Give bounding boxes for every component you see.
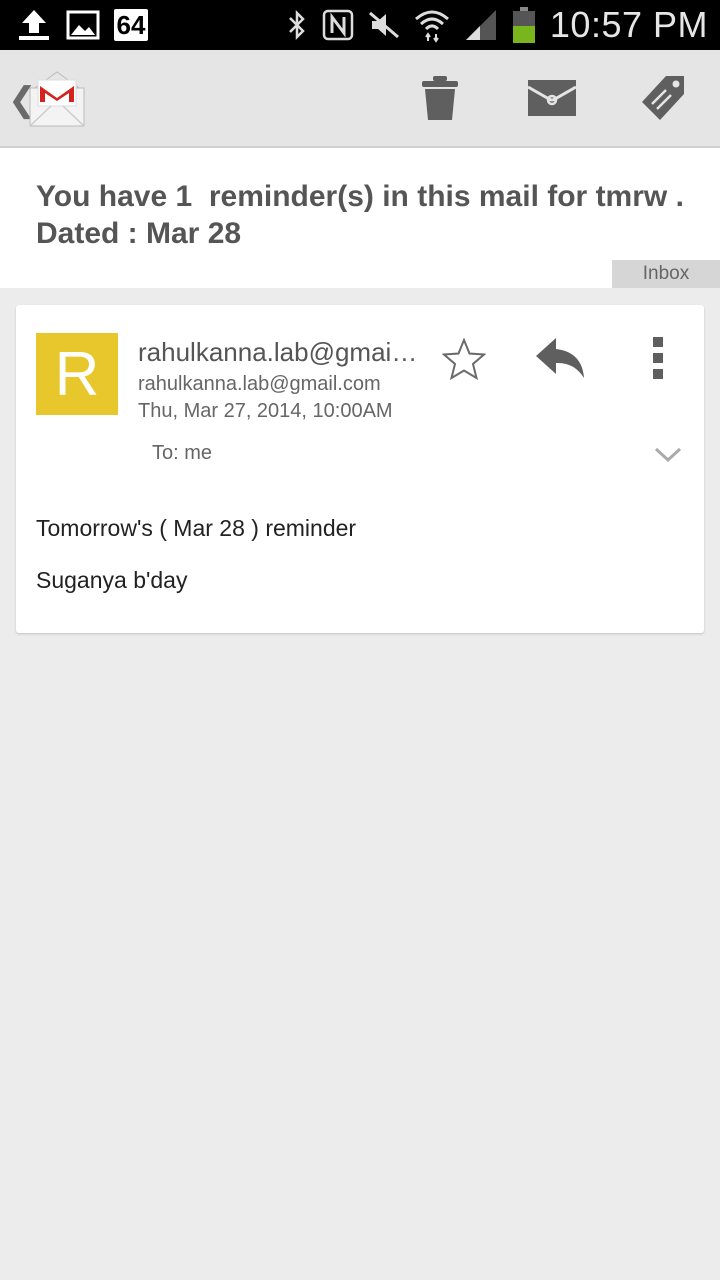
star-button[interactable] xyxy=(440,335,488,383)
conversation-header: You have 1 reminder(s) in this mail for … xyxy=(0,148,720,288)
envelope-icon xyxy=(527,80,577,116)
chevron-down-icon xyxy=(654,447,682,463)
message-overflow-button[interactable] xyxy=(636,333,680,383)
bluetooth-icon xyxy=(286,9,308,41)
message-body-line: Suganya b'day xyxy=(36,567,188,593)
label-chip-inbox[interactable]: Inbox xyxy=(612,260,720,288)
signal-icon xyxy=(464,8,498,42)
wifi-icon xyxy=(414,7,450,43)
battery-icon xyxy=(512,6,536,44)
sender-avatar[interactable]: R xyxy=(36,333,118,415)
star-icon xyxy=(442,338,486,380)
reply-button[interactable] xyxy=(532,333,588,383)
more-vert-icon xyxy=(653,337,663,379)
label-button[interactable] xyxy=(634,70,694,126)
label-tag-icon xyxy=(642,76,684,120)
gmail-logo[interactable] xyxy=(26,68,88,133)
upload-icon xyxy=(16,8,52,42)
trash-icon xyxy=(422,76,458,120)
notification-count-badge: 64 xyxy=(114,9,148,41)
action-bar: ❮ xyxy=(0,50,720,148)
conversation-subject: You have 1 reminder(s) in this mail for … xyxy=(36,180,693,250)
recipients-line[interactable]: To: me xyxy=(152,442,212,465)
status-bar: 64 10:57 PM xyxy=(0,0,720,50)
nfc-icon xyxy=(322,9,354,41)
sender-email: rahulkanna.lab@gmail.com xyxy=(138,373,381,395)
image-icon xyxy=(66,10,100,40)
expand-details-button[interactable] xyxy=(650,441,686,469)
message-card: R rahulkanna.lab@gmail.com rahulkanna.la… xyxy=(16,305,704,633)
mute-icon xyxy=(368,9,400,41)
sender-name[interactable]: rahulkanna.lab@gmail.com xyxy=(138,337,418,368)
message-body-line: Tomorrow's ( Mar 28 ) reminder xyxy=(36,515,357,541)
message-date: Thu, Mar 27, 2014, 10:00AM xyxy=(138,400,393,422)
reply-icon xyxy=(536,338,584,378)
delete-button[interactable] xyxy=(410,70,470,126)
status-time: 10:57 PM xyxy=(549,4,708,45)
mark-unread-button[interactable] xyxy=(522,70,582,126)
